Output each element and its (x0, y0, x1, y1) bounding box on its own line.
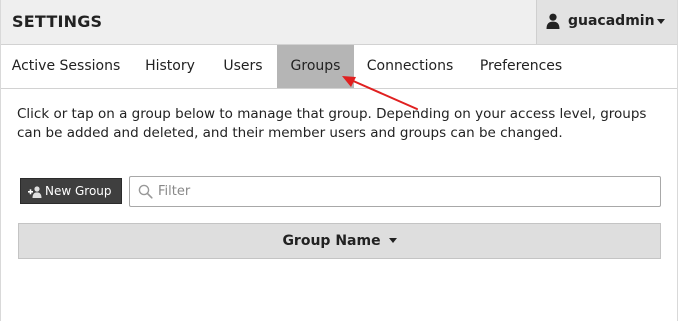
column-header-label: Group Name (282, 233, 381, 249)
add-group-icon (28, 186, 42, 198)
group-name-column-header[interactable]: Group Name (18, 223, 661, 259)
new-group-label: New Group (45, 184, 112, 198)
user-icon (546, 13, 560, 29)
tab-users[interactable]: Users (209, 45, 277, 88)
tab-preferences[interactable]: Preferences (466, 45, 576, 88)
filter-input[interactable] (158, 181, 648, 202)
settings-header: SETTINGS guacadmin (1, 0, 677, 45)
tab-active-sessions[interactable]: Active Sessions (1, 45, 131, 88)
new-group-button[interactable]: New Group (20, 178, 122, 204)
chevron-down-icon (657, 19, 665, 24)
column-header-cell: Group Name (19, 233, 660, 249)
user-menu-button[interactable]: guacadmin (536, 0, 677, 44)
tab-history[interactable]: History (131, 45, 209, 88)
page-title: SETTINGS (12, 12, 103, 31)
tab-connections[interactable]: Connections (354, 45, 466, 88)
filter-box (129, 176, 661, 207)
settings-page: SETTINGS guacadmin Active Sessions Histo… (0, 0, 678, 321)
tab-groups[interactable]: Groups (277, 45, 354, 88)
sort-descending-icon (388, 237, 397, 243)
search-icon (138, 184, 153, 199)
settings-tabs: Active Sessions History Users Groups Con… (1, 45, 677, 89)
username: guacadmin (568, 13, 655, 29)
groups-description: Click or tap on a group below to manage … (17, 106, 647, 141)
